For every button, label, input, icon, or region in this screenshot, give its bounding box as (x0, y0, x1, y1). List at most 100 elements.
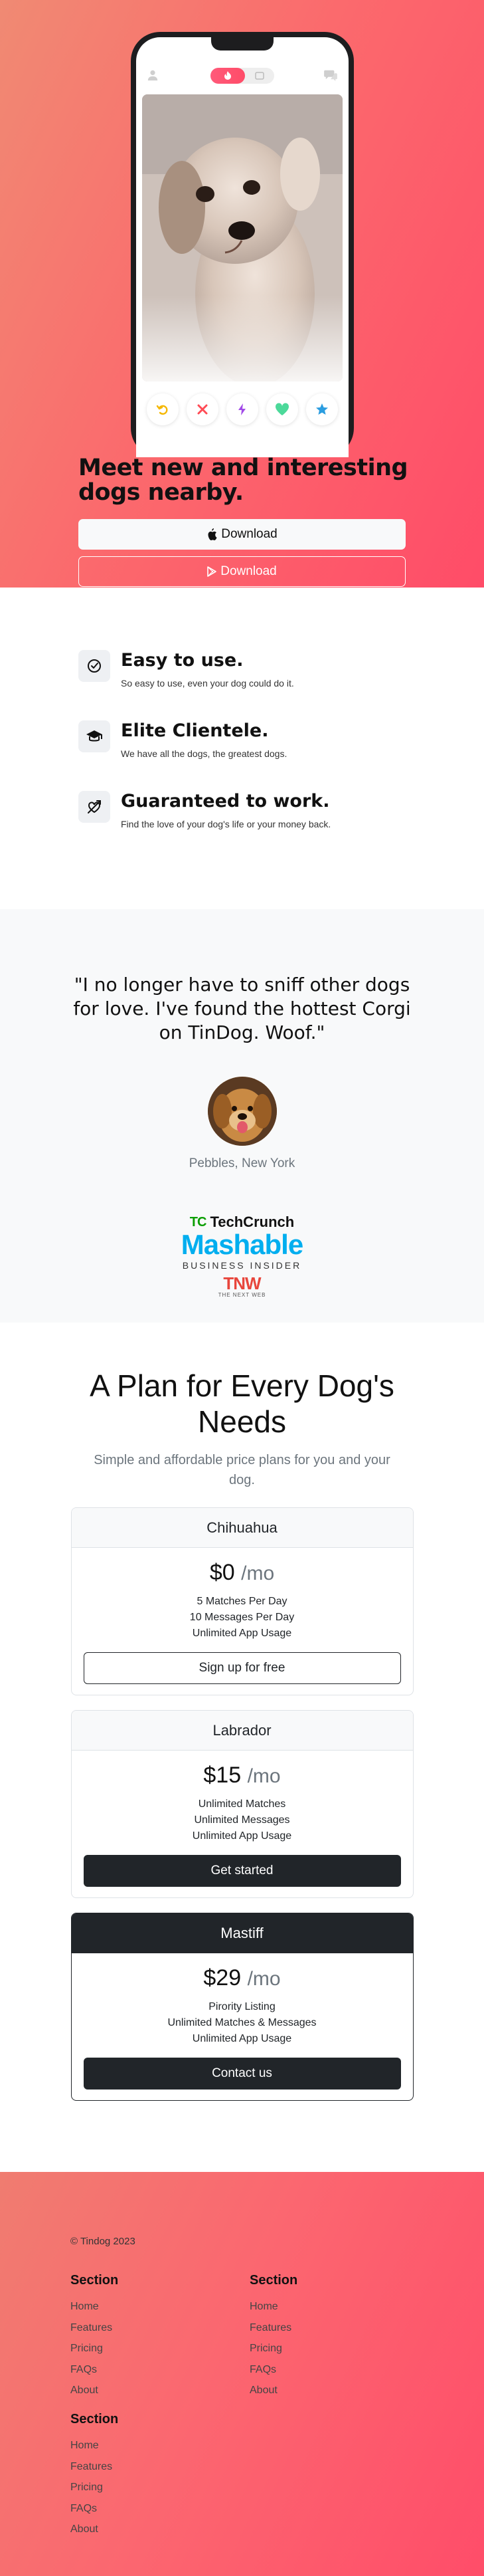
footer-link-home[interactable]: Home (250, 2296, 382, 2317)
techcrunch-mark: TC (189, 1214, 207, 1230)
super-like-button[interactable] (306, 393, 338, 425)
phone-notch (211, 37, 274, 51)
footer-link-features[interactable]: Features (70, 2317, 203, 2339)
get-started-button[interactable]: Get started (83, 1855, 401, 1887)
pricing-subtitle: Simple and affordable price plans for yo… (94, 1453, 390, 1487)
apple-download-label: Download (221, 527, 278, 541)
footer-link-faqs[interactable]: FAQs (70, 2359, 203, 2381)
undo-button[interactable] (147, 393, 179, 425)
price-unit: /mo (247, 1765, 281, 1787)
feature-title: Easy to use. (121, 650, 244, 671)
plan-price: $29 /mo (84, 1965, 401, 1991)
boost-button[interactable] (226, 393, 258, 425)
user-icon[interactable] (147, 69, 159, 81)
undo-icon (156, 405, 168, 415)
footer-link-pricing[interactable]: Pricing (70, 2338, 203, 2359)
feature-item: Guaranteed to work. Find the love of you… (78, 791, 484, 861)
flame-icon (210, 68, 245, 84)
feature-text: Find the love of your dog's life or your… (121, 819, 331, 829)
price-amount: $29 (203, 1965, 242, 1990)
footer-link-about[interactable]: About (70, 2380, 203, 2401)
dog-photo (142, 94, 343, 381)
features-section: Easy to use. So easy to use, even your d… (0, 588, 484, 909)
check-circle-icon (78, 650, 110, 682)
footer-section-title: Section (70, 2412, 119, 2426)
apple-download-button[interactable]: Download (78, 519, 406, 550)
footer-section: Section Home Features Pricing FAQs About (70, 2273, 203, 2401)
plan-feature: Pirority Listing (208, 2001, 276, 2012)
pricing-title: A Plan for Every Dog's Needs (90, 1368, 394, 1439)
footer-link-faqs[interactable]: FAQs (250, 2359, 382, 2381)
footer-link-home[interactable]: Home (70, 2296, 203, 2317)
apple-logo-icon (208, 528, 217, 540)
contact-us-button[interactable]: Contact us (83, 2058, 401, 2090)
google-play-icon (207, 566, 217, 577)
feature-item: Easy to use. So easy to use, even your d… (78, 650, 484, 720)
like-button[interactable] (266, 393, 298, 425)
google-play-download-button[interactable]: Download (78, 556, 406, 587)
footer-link-features[interactable]: Features (250, 2317, 382, 2339)
footer-section-title: Section (250, 2273, 298, 2288)
avatar (207, 1077, 277, 1146)
feature-text: So easy to use, even your dog could do i… (121, 678, 294, 689)
business-insider-logo: BUSINESS INSIDER (182, 1260, 302, 1271)
plan-price: $15 /mo (84, 1763, 401, 1788)
plan-name: Mastiff (71, 1913, 413, 1953)
plan-feature: 5 Matches Per Day (197, 1596, 287, 1607)
feature-item: Elite Clientele. We have all the dogs, t… (78, 720, 484, 791)
plan-feature: Unlimited App Usage (192, 1830, 292, 1842)
plan-price: $0 /mo (84, 1560, 401, 1586)
price-amount: $15 (203, 1763, 242, 1788)
bolt-icon (238, 403, 246, 415)
google-play-download-label: Download (220, 564, 277, 578)
footer-section: Section Home Features Pricing FAQs About (250, 2273, 382, 2401)
swipe-actions (136, 389, 349, 429)
footer-link-about[interactable]: About (70, 2519, 203, 2540)
footer-link-pricing[interactable]: Pricing (250, 2338, 382, 2359)
plan-feature: Unlimited App Usage (192, 2033, 292, 2044)
footer-link-home[interactable]: Home (70, 2435, 203, 2456)
graduation-cap-icon (78, 720, 110, 752)
dislike-button[interactable] (187, 393, 218, 425)
feature-text: We have all the dogs, the greatest dogs. (121, 748, 287, 759)
hero-title: Meet new and interesting dogs nearby. (78, 455, 408, 506)
footer-link-features[interactable]: Features (70, 2456, 203, 2478)
footer-section-title: Section (70, 2273, 119, 2288)
tag-icon (245, 68, 274, 84)
close-icon (197, 404, 208, 415)
phone-app-header (136, 65, 349, 86)
copyright: © Tindog 2023 (70, 2236, 135, 2247)
plan-features: Pirority Listing Unlimited Matches & Mes… (84, 1999, 401, 2047)
phone-mockup (131, 32, 354, 457)
footer-link-pricing[interactable]: Pricing (70, 2477, 203, 2498)
mode-toggle[interactable] (210, 68, 274, 84)
plan-features: Unlimited Matches Unlimited Messages Unl… (84, 1796, 401, 1844)
signup-free-button[interactable]: Sign up for free (83, 1652, 401, 1684)
plan-feature: Unlimited Matches (198, 1798, 286, 1810)
plan-card-mastiff: Mastiff $29 /mo Pirority Listing Unlimit… (70, 1913, 414, 2101)
heart-icon (275, 403, 289, 415)
press-logos: TC TechCrunch Mashable BUSINESS INSIDER … (176, 1214, 309, 1298)
price-amount: $0 (209, 1560, 235, 1585)
tnw-subtitle: THE NEXT WEB (218, 1292, 266, 1298)
testimonial-quote: "I no longer have to sniff other dogs fo… (73, 974, 411, 1043)
plan-feature: Unlimited App Usage (192, 1628, 292, 1639)
plan-name: Chihuahua (71, 1508, 413, 1548)
feature-title: Guaranteed to work. (121, 791, 330, 811)
phone-screen (136, 37, 349, 457)
chat-icon[interactable] (323, 69, 338, 81)
plan-feature: Unlimited Messages (194, 1814, 290, 1826)
plan-features: 5 Matches Per Day 10 Messages Per Day Un… (84, 1594, 401, 1642)
pricing-cards: Chihuahua $0 /mo 5 Matches Per Day 10 Me… (0, 1507, 484, 2101)
mashable-logo: Mashable (181, 1229, 303, 1260)
testimonial-author: Pebbles, New York (189, 1156, 295, 1170)
dog-photo-card[interactable] (142, 94, 343, 381)
plan-name: Labrador (71, 1711, 413, 1751)
footer-link-faqs[interactable]: FAQs (70, 2498, 203, 2520)
tnw-logo: TNW (223, 1273, 261, 1293)
footer-link-about[interactable]: About (250, 2380, 382, 2401)
feature-title: Elite Clientele. (121, 720, 269, 741)
footer-section: Section Home Features Pricing FAQs About (70, 2412, 203, 2540)
plan-feature: Unlimited Matches & Messages (167, 2017, 317, 2028)
hero-section: Meet new and interesting dogs nearby. Do… (0, 0, 484, 588)
